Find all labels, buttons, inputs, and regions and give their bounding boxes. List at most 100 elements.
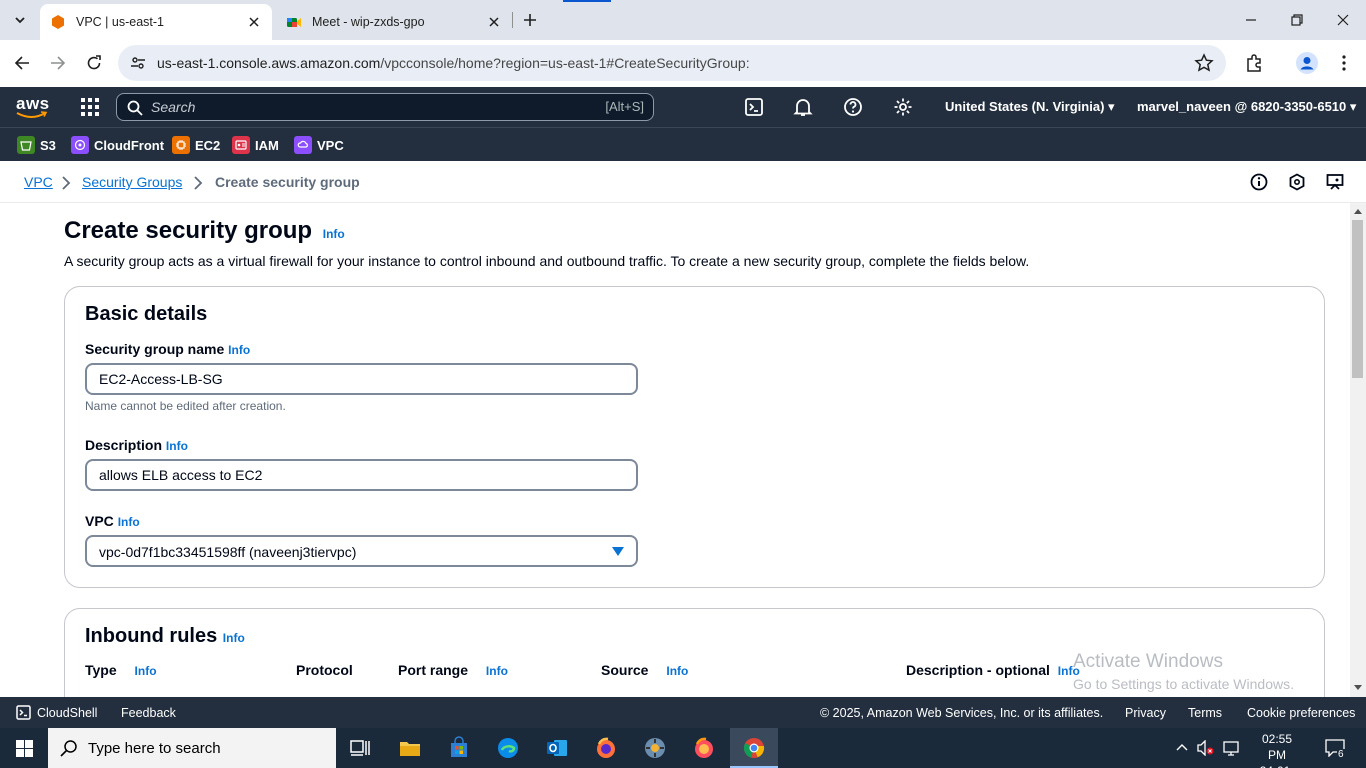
description-input[interactable] [85, 459, 638, 491]
caret-down-icon [612, 547, 624, 556]
meet-favicon-icon [287, 18, 301, 27]
info-link[interactable]: Info [118, 515, 140, 529]
info-link[interactable]: Info [486, 664, 508, 678]
copyright-text: © 2025, Amazon Web Services, Inc. or its… [820, 706, 1104, 720]
speaker-muted-icon[interactable] [1197, 740, 1215, 756]
browser-menu-button[interactable] [1333, 52, 1355, 74]
reload-button[interactable] [83, 52, 105, 74]
page-title: Create security group Info [64, 217, 345, 245]
tab-search-button[interactable] [8, 8, 32, 32]
arrow-right-icon [51, 56, 66, 70]
tab-meet[interactable]: Meet - wip-zxds-gpo [276, 4, 512, 40]
firefox-icon[interactable] [594, 736, 618, 760]
chevron-up-icon[interactable] [1176, 743, 1188, 751]
inbound-rules-heading: Inbound rules Info [85, 625, 245, 648]
feedback-shield-icon[interactable] [1288, 173, 1306, 191]
account-menu[interactable]: marvel_naveen @ 6820-3350-6510 ▾ [1137, 99, 1356, 115]
favorite-vpc[interactable]: VPC [294, 136, 344, 154]
label-text: Description [85, 437, 163, 453]
file-explorer-icon[interactable] [398, 736, 422, 760]
windows-start-icon[interactable] [16, 740, 33, 757]
search-shortcut: [Alt+S] [605, 99, 644, 114]
feedback-link[interactable]: Feedback [121, 706, 176, 720]
tutorial-panel-icon[interactable] [1326, 173, 1344, 191]
label-text: VPC [85, 513, 114, 529]
info-link[interactable]: Info [223, 631, 245, 645]
info-link[interactable]: Info [323, 227, 345, 241]
info-link[interactable]: Info [228, 343, 250, 357]
aws-logo[interactable]: aws [16, 95, 50, 119]
network-icon[interactable] [1222, 740, 1240, 756]
iam-icon [232, 136, 250, 154]
search-icon [60, 740, 77, 757]
services-grid-icon[interactable] [80, 97, 100, 117]
site-info-icon[interactable] [126, 51, 150, 75]
privacy-link[interactable]: Privacy [1125, 706, 1166, 720]
breadcrumb-security-groups[interactable]: Security Groups [82, 174, 182, 190]
info-link[interactable]: Info [666, 664, 688, 678]
bookmark-star-icon[interactable] [1194, 53, 1214, 73]
restore-button[interactable] [1287, 10, 1307, 30]
cookie-preferences-link[interactable]: Cookie preferences [1247, 706, 1355, 720]
cloudshell-icon[interactable] [16, 705, 31, 720]
info-link[interactable]: Info [166, 439, 188, 453]
tab-title: Meet - wip-zxds-gpo [312, 15, 425, 29]
outlook-icon[interactable] [545, 736, 569, 760]
extensions-button[interactable] [1243, 52, 1265, 74]
security-group-name-label: Security group name Info [85, 341, 250, 357]
close-icon[interactable] [246, 14, 262, 30]
close-icon[interactable] [486, 14, 502, 30]
system-clock[interactable]: 02:55 PM 24-01-2025 [1252, 731, 1302, 768]
favorite-ec2[interactable]: EC2 [172, 136, 220, 154]
edge-browser-icon[interactable] [496, 736, 520, 760]
favorite-label: S3 [40, 137, 56, 153]
aws-search-box[interactable]: [Alt+S] [116, 93, 654, 121]
scrollbar-thumb[interactable] [1352, 220, 1363, 378]
aws-search-input[interactable] [151, 97, 571, 117]
url-path: /vpcconsole/home?region=us-east-1#Create… [380, 55, 750, 71]
taskbar-search-box[interactable]: Type here to search [48, 728, 336, 768]
terms-link[interactable]: Terms [1188, 706, 1222, 720]
microsoft-store-icon[interactable] [447, 736, 471, 760]
info-circle-icon[interactable] [1250, 173, 1268, 191]
favorite-label: IAM [255, 137, 279, 153]
reload-icon [87, 55, 101, 70]
cloudshell-icon[interactable] [744, 97, 764, 117]
info-link[interactable]: Info [135, 664, 157, 678]
scroll-up-icon[interactable] [1354, 208, 1362, 214]
address-bar[interactable]: us-east-1.console.aws.amazon.com/vpccons… [118, 45, 1226, 81]
forward-button[interactable] [47, 52, 69, 74]
close-window-button[interactable] [1333, 10, 1353, 30]
column-source: Source Info [601, 662, 688, 678]
breadcrumb-vpc[interactable]: VPC [24, 174, 53, 190]
back-button[interactable] [11, 52, 33, 74]
favorite-iam[interactable]: IAM [232, 136, 279, 154]
column-description: Description - optional Info [906, 662, 1080, 678]
security-group-name-input[interactable] [85, 363, 638, 395]
favorites-bar: S3 CloudFront EC2 IAM VPC [0, 127, 1366, 161]
vpc-select[interactable]: vpc-0d7f1bc33451598ff (naveenj3tiervpc) [85, 535, 638, 567]
new-tab-button[interactable] [520, 10, 540, 30]
help-icon[interactable] [843, 97, 863, 117]
scroll-down-icon[interactable] [1354, 685, 1362, 691]
favorite-cloudfront[interactable]: CloudFront [71, 136, 164, 154]
region-selector[interactable]: United States (N. Virginia) ▾ [945, 99, 1115, 115]
heading-text: Inbound rules [85, 625, 218, 647]
chrome-icon[interactable] [742, 736, 766, 760]
bell-icon[interactable] [793, 97, 813, 117]
chevron-down-icon [15, 17, 25, 24]
cloudshell-link[interactable]: CloudShell [37, 706, 97, 720]
vpc-icon [294, 136, 312, 154]
favorite-s3[interactable]: S3 [17, 136, 56, 154]
app-gear-icon[interactable] [643, 736, 667, 760]
chevron-right-icon [194, 176, 203, 190]
task-view-icon[interactable] [348, 736, 372, 760]
gear-icon[interactable] [893, 97, 913, 117]
tab-vpc[interactable]: VPC | us-east-1 [40, 4, 272, 40]
firefox-alt-icon[interactable] [692, 736, 716, 760]
restore-icon [1291, 14, 1303, 26]
activate-windows-title: Activate Windows [1073, 651, 1223, 672]
profile-button[interactable] [1296, 52, 1318, 74]
column-protocol: Protocol [296, 662, 353, 678]
minimize-button[interactable] [1241, 10, 1261, 30]
